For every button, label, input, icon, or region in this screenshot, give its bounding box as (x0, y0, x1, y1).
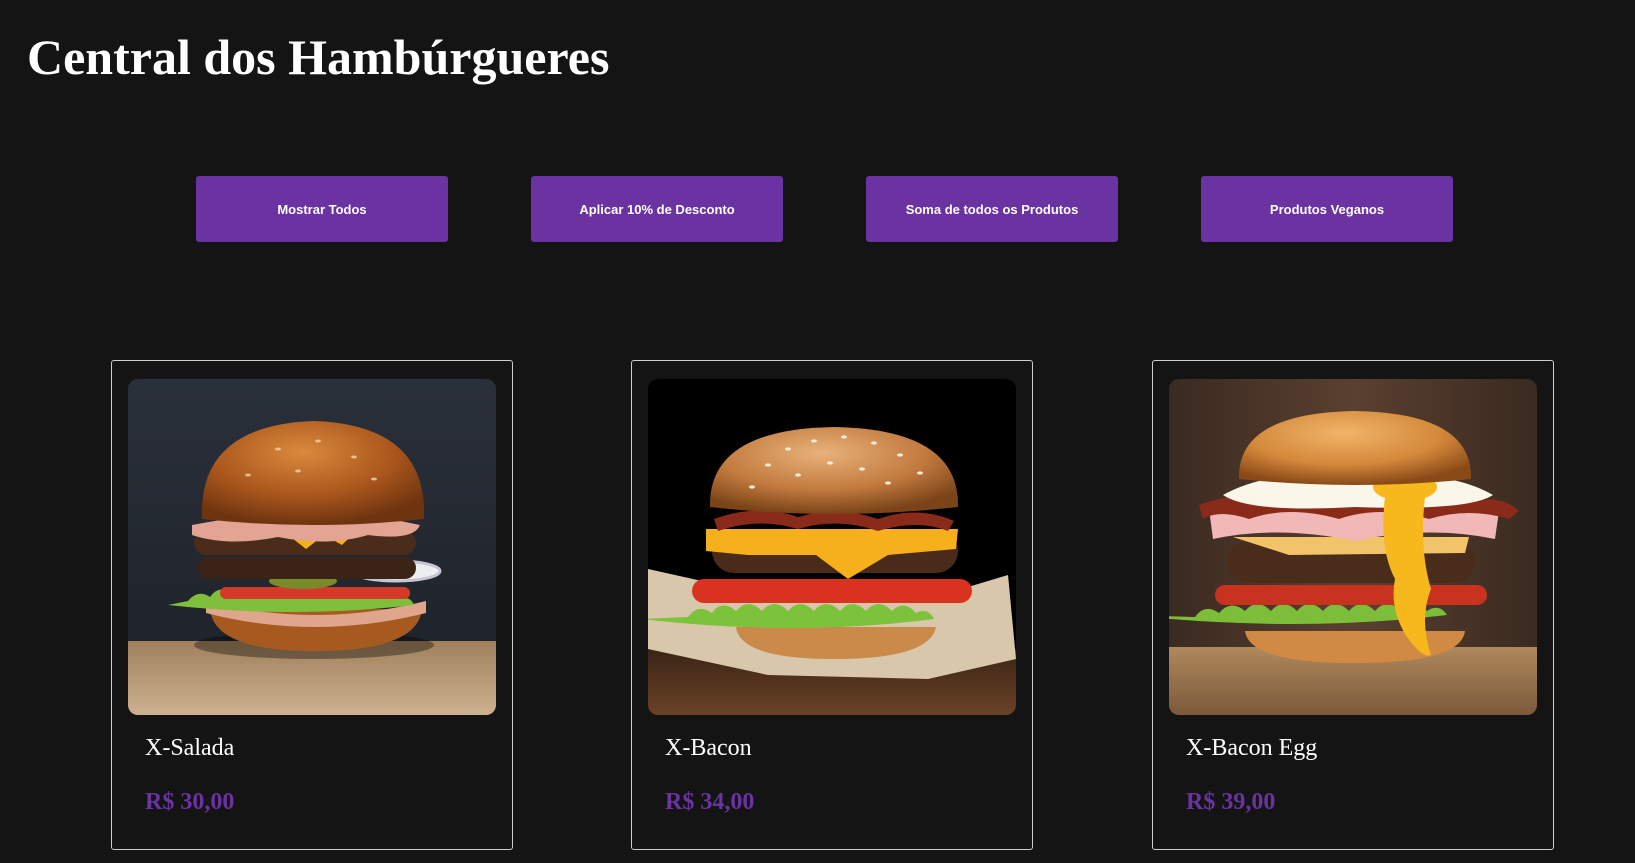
product-card: X-Salada R$ 30,00 (111, 360, 513, 850)
product-image-x-bacon (648, 379, 1016, 715)
sum-products-button[interactable]: Soma de todos os Produtos (866, 176, 1118, 242)
product-card: X-Bacon R$ 34,00 (631, 360, 1033, 850)
product-price: R$ 30,00 (145, 789, 235, 815)
product-image-x-salada (128, 379, 496, 715)
vegan-products-button[interactable]: Produtos Veganos (1201, 176, 1453, 242)
page: Central dos Hambúrgueres Mostrar Todos A… (0, 0, 1635, 863)
product-price: R$ 39,00 (1186, 789, 1276, 815)
product-name: X-Bacon Egg (1186, 735, 1318, 761)
apply-discount-button[interactable]: Aplicar 10% de Desconto (531, 176, 783, 242)
page-title: Central dos Hambúrgueres (27, 29, 610, 85)
show-all-button[interactable]: Mostrar Todos (196, 176, 448, 242)
product-image-x-bacon-egg (1169, 379, 1537, 715)
product-name: X-Salada (145, 735, 235, 761)
product-name: X-Bacon (665, 735, 752, 761)
product-price: R$ 34,00 (665, 789, 755, 815)
product-card: X-Bacon Egg R$ 39,00 (1152, 360, 1554, 850)
